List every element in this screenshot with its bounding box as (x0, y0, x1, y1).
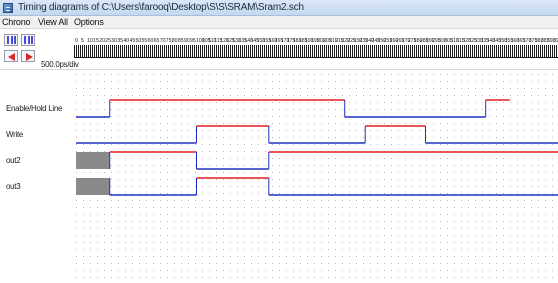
signal-area: Enable/Hold Line Write out2 out3 (0, 71, 558, 283)
signal-label[interactable]: out2 (6, 156, 21, 165)
waveform-unknown-segment (76, 178, 110, 195)
ruler-tick-label: 15 (93, 38, 99, 44)
ruler-tick-label: 85 (178, 38, 184, 44)
ruler-tick-label: 40 (123, 38, 129, 44)
scroll-left-button[interactable] (4, 50, 18, 62)
ruler-tick-label: 395 (553, 38, 558, 44)
arrow-left-icon (8, 53, 15, 61)
zoom-in-button[interactable] (4, 34, 18, 46)
ruler-tick-label: 10 (87, 38, 93, 44)
signal-waveform (76, 151, 558, 170)
window-title: Timing diagrams of C:\Users\farooq\Deskt… (18, 2, 304, 13)
waveform-grid (76, 74, 558, 278)
ruler-tick-label: 20 (99, 38, 105, 44)
ruler-tick-band (74, 45, 557, 57)
ruler-tick-label: 30 (111, 38, 117, 44)
ruler-tick-label: 95 (190, 38, 196, 44)
app-icon (3, 3, 13, 13)
ruler-tick-label: 65 (154, 38, 160, 44)
ruler-tick-label: 75 (166, 38, 172, 44)
signal-label[interactable]: out3 (6, 182, 21, 191)
arrow-right-icon (26, 53, 33, 61)
ruler-tick-label: 35 (117, 38, 123, 44)
ruler-tick-label: 25 (105, 38, 111, 44)
ruler-tick-label: 55 (142, 38, 148, 44)
time-ruler[interactable]: 0 5 10 15 20 25 30 35 40 45 50 55 60 65 70 75 80 85 90 95 10… (74, 30, 558, 70)
signal-waveform (76, 99, 510, 118)
signal-waveform (76, 125, 558, 144)
ruler-tick-label: 5 (81, 38, 84, 44)
toolbar: 500.0ps/div 0 5 10 15 20 25 30 35 40 45 50 55 60 65 70… (0, 30, 558, 70)
waveform-unknown-segment (76, 152, 110, 169)
ruler-tick-label: 60 (148, 38, 154, 44)
zoom-out-icon (24, 36, 33, 44)
zoom-in-icon (7, 36, 16, 44)
ruler-tick-label: 0 (75, 38, 78, 44)
grid-dots (76, 74, 553, 278)
ruler-tick-label: 80 (172, 38, 178, 44)
timing-diagram-window: Timing diagrams of C:\Users\farooq\Deskt… (0, 0, 558, 283)
signal-waveform (76, 177, 558, 196)
time-scale-label: 500.0ps/div (41, 60, 79, 69)
signal-label[interactable]: Write (6, 130, 23, 139)
ruler-tick-label: 90 (184, 38, 190, 44)
menu-bar: Chrono View All Options (0, 16, 558, 29)
title-bar[interactable]: Timing diagrams of C:\Users\farooq\Deskt… (0, 0, 558, 16)
menu-chrono[interactable]: Chrono (2, 17, 31, 27)
ruler-tick-label: 45 (129, 38, 135, 44)
zoom-out-button[interactable] (21, 34, 35, 46)
ruler-tick-label: 70 (160, 38, 166, 44)
menu-view-all[interactable]: View All (38, 17, 68, 27)
scroll-right-button[interactable] (21, 50, 35, 62)
menu-options[interactable]: Options (74, 17, 104, 27)
signal-label[interactable]: Enable/Hold Line (6, 104, 62, 113)
ruler-tick-label: 50 (136, 38, 142, 44)
